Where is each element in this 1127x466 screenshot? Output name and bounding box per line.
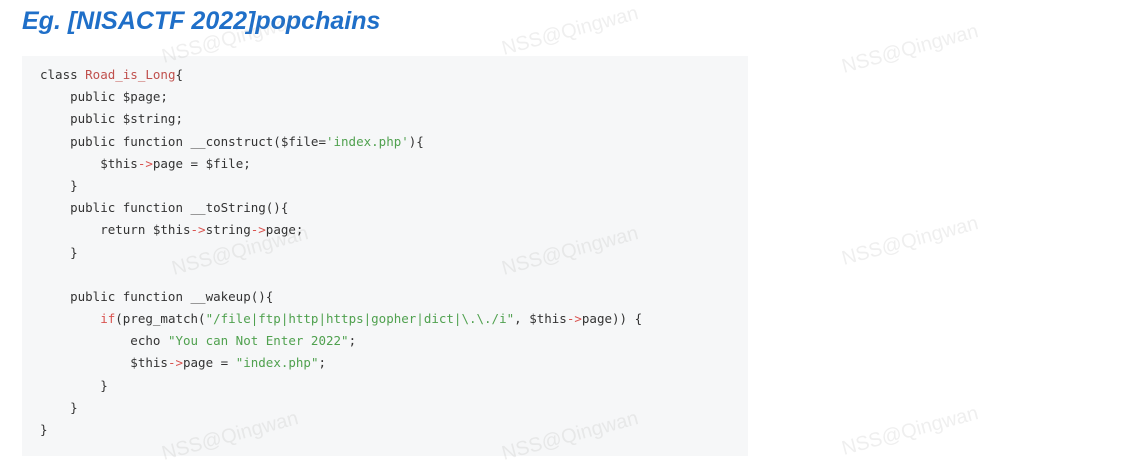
code-line: public $page;	[40, 89, 168, 105]
code-text: string	[205, 222, 251, 238]
code-line: public function __construct($file='index…	[40, 131, 642, 153]
code-text: ;	[318, 355, 327, 371]
string-literal: "/file|ftp|http|https|gopher|dict|\.\./i…	[205, 311, 515, 327]
code-text: page =	[183, 355, 236, 371]
code-line: }	[40, 377, 108, 393]
page-heading: Eg. [NISACTF 2022]popchains	[22, 7, 381, 35]
code-text: page = $file;	[152, 155, 251, 171]
code-line: }	[40, 244, 78, 260]
code-line: class Road_is_Long{	[40, 64, 642, 86]
keyword: class	[40, 67, 86, 82]
code-text: ){	[408, 133, 424, 149]
code-line: }	[40, 422, 48, 437]
code-line: if(preg_match("/file|ftp|http|https|goph…	[40, 308, 642, 330]
watermark: NSS@Qingwan	[839, 402, 981, 460]
code-text: ;	[348, 333, 357, 349]
code-text: return $this	[40, 222, 191, 238]
code-line: $this->page = $file;	[40, 153, 642, 175]
arrow-operator: ->	[190, 222, 206, 238]
code-block: class Road_is_Long{ public $page; public…	[22, 56, 748, 456]
watermark: NSS@Qingwan	[839, 212, 981, 270]
code-listing: class Road_is_Long{ public $page; public…	[40, 64, 642, 441]
code-line: }	[40, 177, 78, 193]
code-line: return $this->string->page;	[40, 219, 642, 241]
code-text: , $this	[514, 311, 567, 327]
code-text: $this	[40, 155, 138, 171]
code-line: $this->page = "index.php";	[40, 352, 642, 374]
code-text: page;	[265, 222, 304, 238]
string-literal: 'index.php'	[325, 133, 409, 149]
code-text: echo	[40, 333, 168, 349]
code-line: }	[40, 399, 78, 415]
code-line: echo "You can Not Enter 2022";	[40, 330, 642, 352]
arrow-operator: ->	[566, 311, 582, 327]
watermark: NSS@Qingwan	[839, 20, 981, 78]
code-text: (preg_match(	[115, 311, 206, 327]
arrow-operator: ->	[250, 222, 266, 238]
string-literal: "You can Not Enter 2022"	[167, 333, 349, 349]
keyword-if: if	[40, 311, 116, 327]
arrow-operator: ->	[137, 155, 153, 171]
code-line: public $string;	[40, 111, 183, 127]
code-line: public function __wakeup(){	[40, 288, 274, 304]
watermark: NSS@Qingwan	[499, 2, 641, 60]
code-text: public function __construct($file=	[40, 133, 326, 149]
class-name: Road_is_Long	[85, 67, 176, 82]
code-line: public function __toString(){	[40, 200, 289, 216]
arrow-operator: ->	[167, 355, 183, 371]
string-literal: "index.php"	[235, 355, 319, 371]
code-text: $this	[40, 355, 168, 371]
brace: {	[175, 67, 183, 82]
code-text: page)) {	[581, 311, 643, 327]
